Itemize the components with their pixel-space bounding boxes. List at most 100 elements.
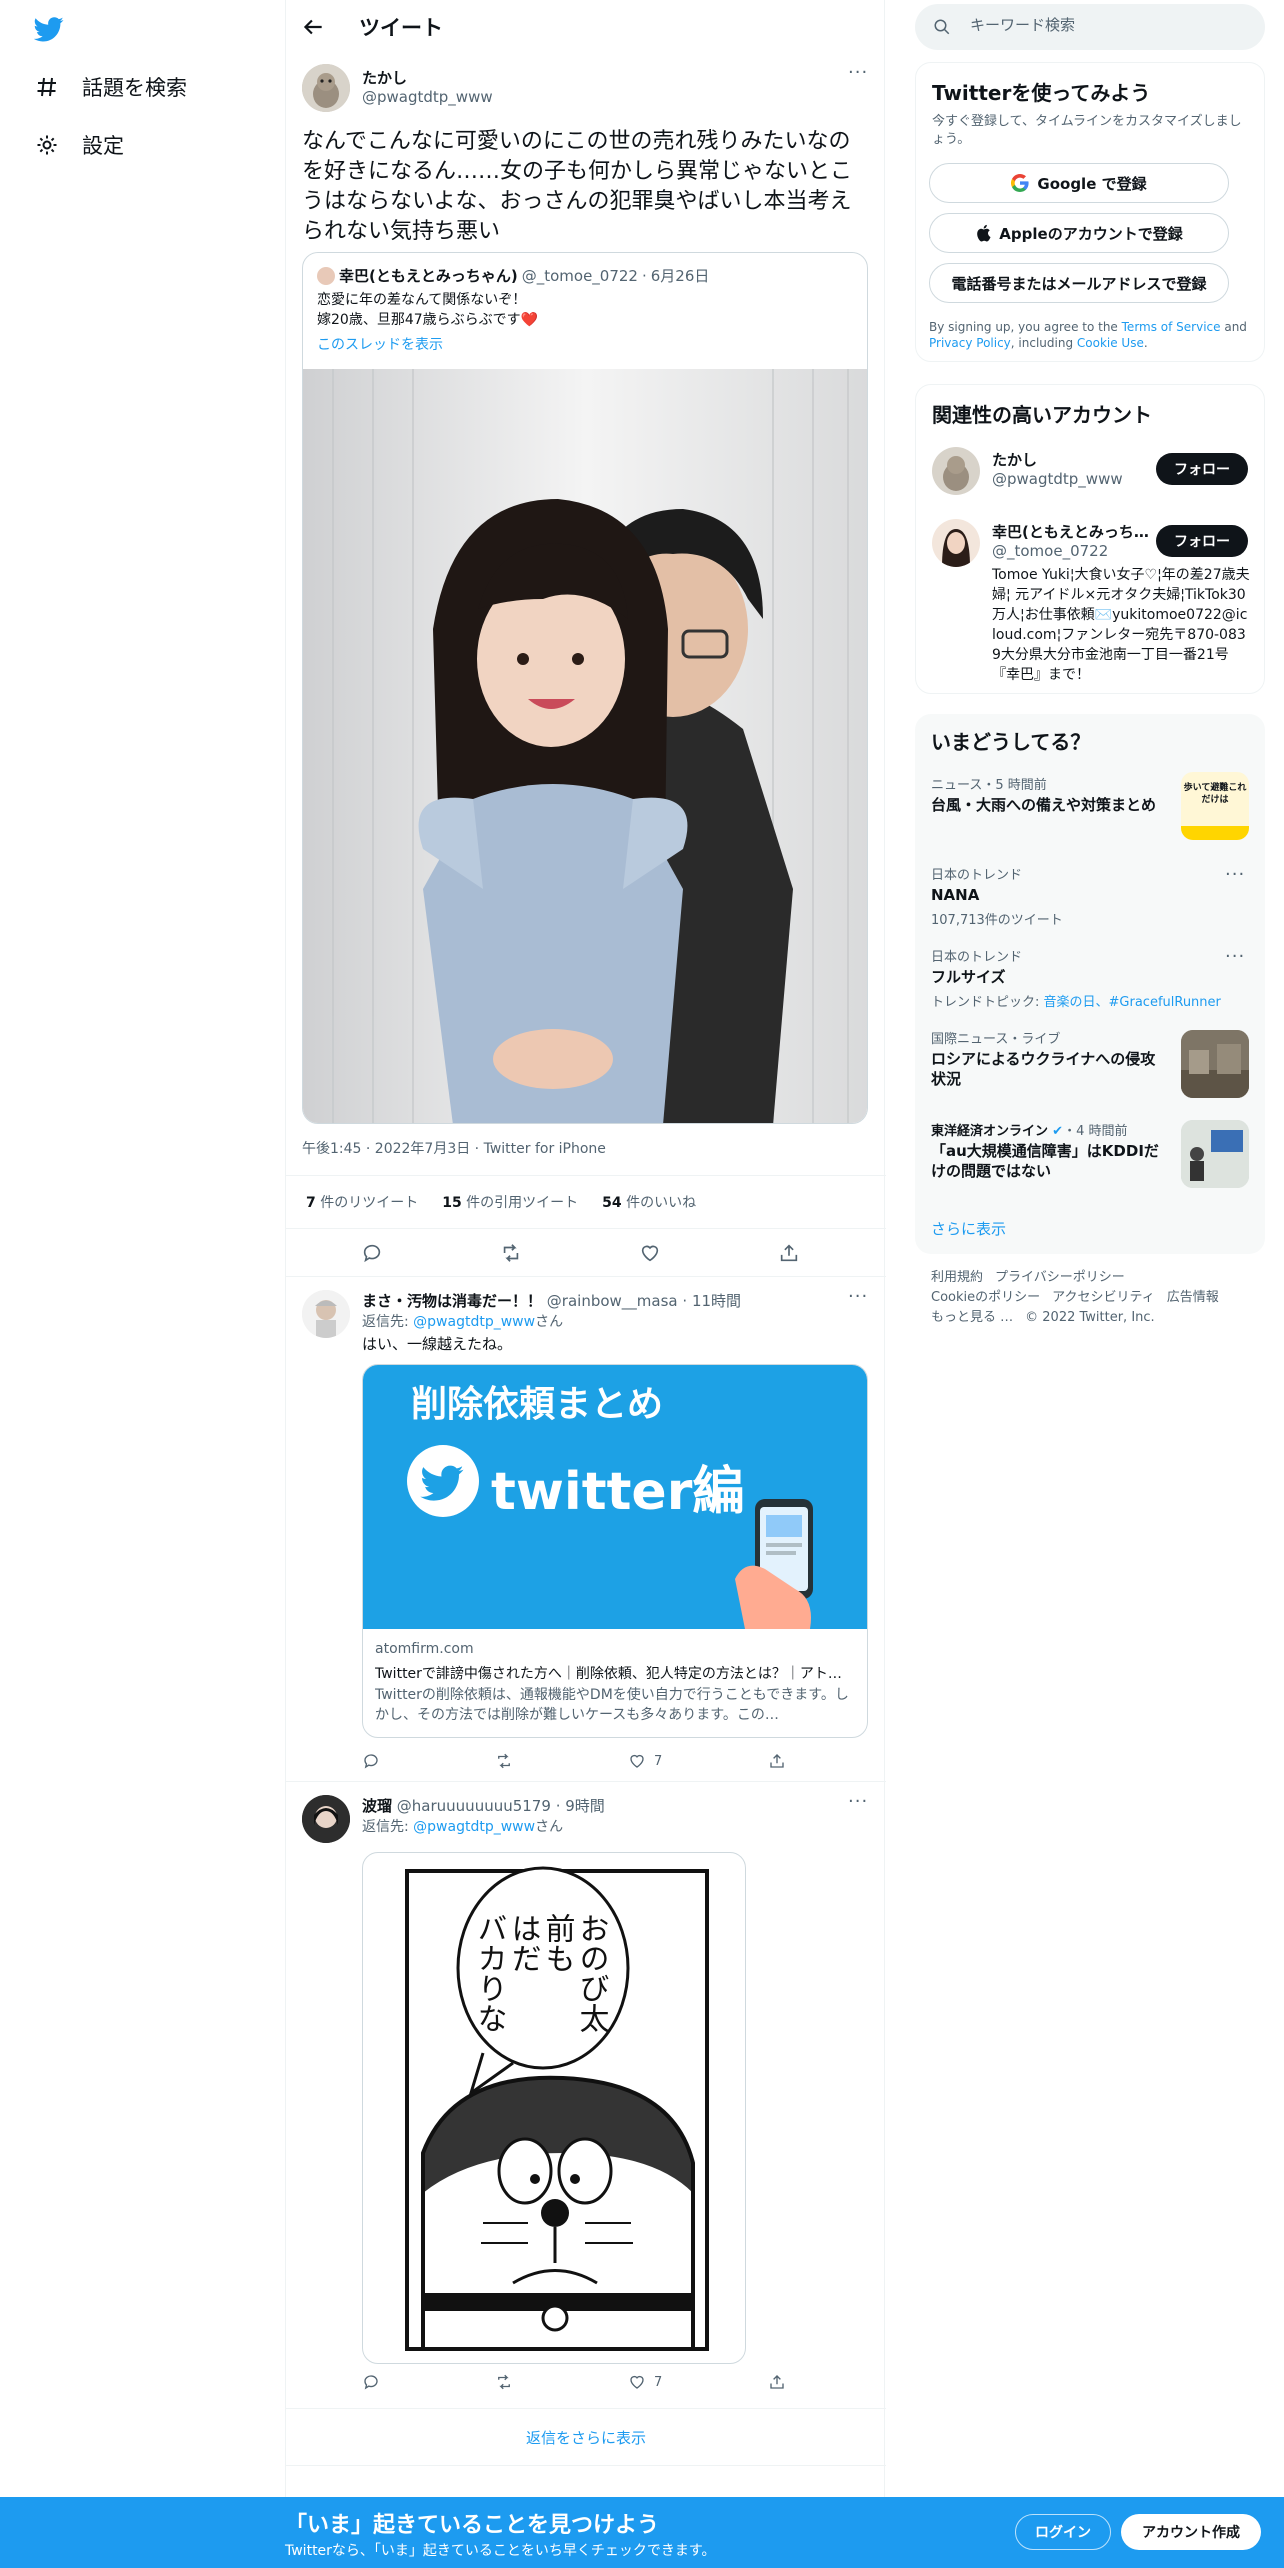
cookie-link[interactable]: Cookie Use bbox=[1077, 336, 1144, 350]
nav-explore[interactable]: 話題を検索 bbox=[34, 72, 187, 102]
related-name[interactable]: 幸巴(ともえとみっち… bbox=[992, 521, 1150, 542]
trend-title: NANA bbox=[931, 886, 980, 904]
reply-handle[interactable]: @rainbow__masa bbox=[547, 1292, 678, 1310]
share-icon bbox=[770, 1754, 784, 1768]
more-options-icon[interactable]: ··· bbox=[1225, 946, 1245, 967]
twitter-logo-icon[interactable] bbox=[34, 14, 64, 44]
retweet-action[interactable] bbox=[495, 1752, 513, 1770]
quoted-text: 恋愛に年の差なんて関係ないぞ！ 嫁20歳、旦那47歳らぶらぶです❤️ bbox=[317, 290, 538, 330]
follow-button[interactable]: フォロー bbox=[1156, 453, 1248, 485]
footer-link[interactable]: 広告情報 bbox=[1167, 1290, 1219, 1305]
footer-link[interactable]: 利用規約 bbox=[931, 1270, 983, 1285]
link-domain: atomfirm.com bbox=[375, 1641, 474, 1657]
share-action[interactable] bbox=[768, 2373, 786, 2391]
reply-image[interactable]: おのび太 前も はだ バカりな bbox=[362, 1852, 746, 2364]
trend-item[interactable]: 日本のトレンド フルサイズ トレンドトピック: 音楽の日、#GracefulRu… bbox=[931, 946, 1249, 1010]
login-button[interactable]: ログイン bbox=[1015, 2514, 1111, 2550]
more-options-icon[interactable]: ··· bbox=[1225, 864, 1245, 885]
reply-tweet[interactable]: 波瑠 @haruuuuuuuu5179 · 9時間 ··· 返信先: @pwag… bbox=[286, 1783, 886, 2409]
author-avatar[interactable] bbox=[302, 64, 350, 112]
reply-action[interactable] bbox=[362, 2373, 380, 2391]
reply-icon[interactable] bbox=[359, 1240, 385, 1266]
more-options-icon[interactable]: ··· bbox=[848, 62, 868, 83]
reply-to-handle[interactable]: @pwagtdtp_www bbox=[413, 1314, 535, 1330]
page-title: ツイート bbox=[359, 16, 443, 40]
reply-avatar[interactable] bbox=[302, 1290, 350, 1338]
reply-to-handle[interactable]: @pwagtdtp_www bbox=[413, 1819, 535, 1835]
reply-avatar[interactable] bbox=[302, 1795, 350, 1843]
manga-text-2: 前も bbox=[540, 1913, 575, 1973]
more-options-icon[interactable]: ··· bbox=[848, 1791, 868, 1812]
share-icon[interactable] bbox=[776, 1240, 802, 1266]
link-card[interactable]: 削除依頼まとめ twitter編 atomfirm.com Twitterで誹謗… bbox=[362, 1364, 868, 1738]
bottombar-title: 「いま」起きていることを見つけよう bbox=[285, 2513, 660, 2538]
back-arrow-icon[interactable] bbox=[300, 14, 326, 40]
share-action[interactable] bbox=[768, 1752, 786, 1770]
apple-signup-button[interactable]: Appleのアカウントで登録 bbox=[929, 213, 1229, 253]
trend-item[interactable]: 日本のトレンド NANA 107,713件のツイート bbox=[931, 864, 1249, 928]
quoted-line-2: 嫁20歳、旦那47歳らぶらぶです❤️ bbox=[317, 312, 539, 328]
quoted-tweet[interactable]: 幸巴(ともえとみっちゃん) @_tomoe_0722 · 6月26日 恋愛に年の… bbox=[302, 252, 868, 1124]
more-options-icon[interactable]: ··· bbox=[848, 1286, 868, 1307]
trend-title: フルサイズ bbox=[931, 968, 1006, 986]
related-avatar[interactable] bbox=[932, 447, 980, 495]
nav-settings[interactable]: 設定 bbox=[34, 130, 124, 160]
terms-link[interactable]: Terms of Service bbox=[1122, 320, 1221, 334]
search-input[interactable] bbox=[970, 16, 1250, 34]
retweets-stat[interactable]: 7 件のリツイート bbox=[306, 1192, 418, 1212]
follow-button[interactable]: フォロー bbox=[1156, 525, 1248, 557]
footer-link[interactable]: もっと見る … bbox=[931, 1310, 1013, 1325]
retweet-action[interactable] bbox=[495, 2373, 513, 2391]
related-avatar[interactable] bbox=[932, 519, 980, 567]
tweet-actions bbox=[286, 1229, 886, 1277]
reply-to: 返信先: @pwagtdtp_wwwさん bbox=[362, 1819, 564, 1835]
google-signup-button[interactable]: Google で登録 bbox=[929, 163, 1229, 203]
reply-action[interactable] bbox=[362, 1752, 380, 1770]
show-more-replies[interactable]: 返信をさらに表示 bbox=[286, 2410, 886, 2466]
reply-handle[interactable]: @haruuuuuuuu5179 bbox=[397, 1797, 551, 1815]
tweet-text: なんでこんなに可愛いのにこの世の売れ残りみたいなのを好きになるん……女の子も何か… bbox=[302, 129, 853, 244]
quotes-stat[interactable]: 15 件の引用ツイート bbox=[442, 1192, 578, 1212]
reply-name[interactable]: 波瑠 bbox=[362, 1797, 392, 1815]
privacy-link[interactable]: Privacy Policy bbox=[929, 336, 1011, 350]
author-name[interactable]: たかし bbox=[362, 67, 407, 88]
footer-link[interactable]: Cookieのポリシー bbox=[931, 1290, 1040, 1305]
search-bar[interactable] bbox=[915, 4, 1265, 50]
likes-stat[interactable]: 54 件のいいね bbox=[602, 1192, 696, 1212]
trend-context: 日本のトレンド bbox=[931, 950, 1023, 965]
footer-link[interactable]: プライバシーポリシー bbox=[995, 1270, 1125, 1285]
trend-item[interactable]: 東洋経済オンライン ✔・4 時間前 「au大規模通信障害」はKDDIだけの問題で… bbox=[931, 1120, 1161, 1181]
footer-links: 利用規約 プライバシーポリシー Cookieのポリシー アクセシビリティ 広告情報 も… bbox=[931, 1268, 1251, 1328]
show-thread-link[interactable]: このスレッドを表示 bbox=[317, 334, 443, 354]
google-signup-label: Google で登録 bbox=[1037, 174, 1147, 193]
reply-time[interactable]: 11時間 bbox=[692, 1292, 741, 1310]
retweet-icon bbox=[498, 2374, 510, 2390]
quoted-photo[interactable] bbox=[303, 369, 867, 1123]
like-icon[interactable] bbox=[637, 1240, 663, 1266]
phone-signup-button[interactable]: 電話番号またはメールアドレスで登録 bbox=[929, 263, 1229, 303]
manga-text-1: おのび太 bbox=[574, 1913, 609, 2033]
signup-button[interactable]: アカウント作成 bbox=[1121, 2514, 1261, 2550]
reply-tweet[interactable]: まさ・汚物は消毒だー！！ @rainbow__masa · 11時間 ··· 返… bbox=[286, 1278, 886, 1782]
reply-time[interactable]: 9時間 bbox=[565, 1797, 605, 1815]
trend-item[interactable]: ニュース・5 時間前 台風・大雨への備えや対策まとめ bbox=[931, 774, 1161, 815]
trend-item[interactable]: 国際ニュース・ライブ ロシアによるウクライナへの侵攻状況 bbox=[931, 1028, 1161, 1089]
retweet-icon[interactable] bbox=[498, 1240, 524, 1266]
related-name[interactable]: たかし bbox=[992, 449, 1037, 470]
reply-name[interactable]: まさ・汚物は消毒だー！！ bbox=[362, 1292, 542, 1310]
bottom-signup-bar: 「いま」起きていることを見つけよう Twitterなら、「いま」起きていることを… bbox=[0, 2497, 1284, 2568]
trend-thumbnail: 歩いて避難これだけは bbox=[1181, 772, 1249, 840]
author-handle[interactable]: @pwagtdtp_www bbox=[362, 88, 493, 106]
like-action[interactable]: 7 bbox=[628, 1752, 662, 1770]
signup-subtitle: 今すぐ登録して、タイムラインをカスタマイズしましょう。 bbox=[932, 114, 1242, 147]
gear-icon bbox=[34, 132, 60, 158]
related-handle[interactable]: @_tomoe_0722 bbox=[992, 542, 1108, 560]
trends-show-more[interactable]: さらに表示 bbox=[931, 1218, 1006, 1239]
link-title: Twitterで誹謗中傷された方へ｜削除依頼、犯人特定の方法とは？｜アトム法律事… bbox=[375, 1666, 855, 1682]
like-action[interactable]: 7 bbox=[628, 2373, 662, 2391]
manga-text-4: バカりな bbox=[472, 1913, 507, 2033]
trend-topic-link[interactable]: 音楽の日、#GracefulRunner bbox=[1044, 995, 1221, 1010]
tweet-stats: 7 件のリツイート 15 件の引用ツイート 54 件のいいね bbox=[286, 1175, 886, 1229]
footer-link[interactable]: アクセシビリティ bbox=[1052, 1290, 1155, 1305]
related-handle[interactable]: @pwagtdtp_www bbox=[992, 470, 1123, 488]
